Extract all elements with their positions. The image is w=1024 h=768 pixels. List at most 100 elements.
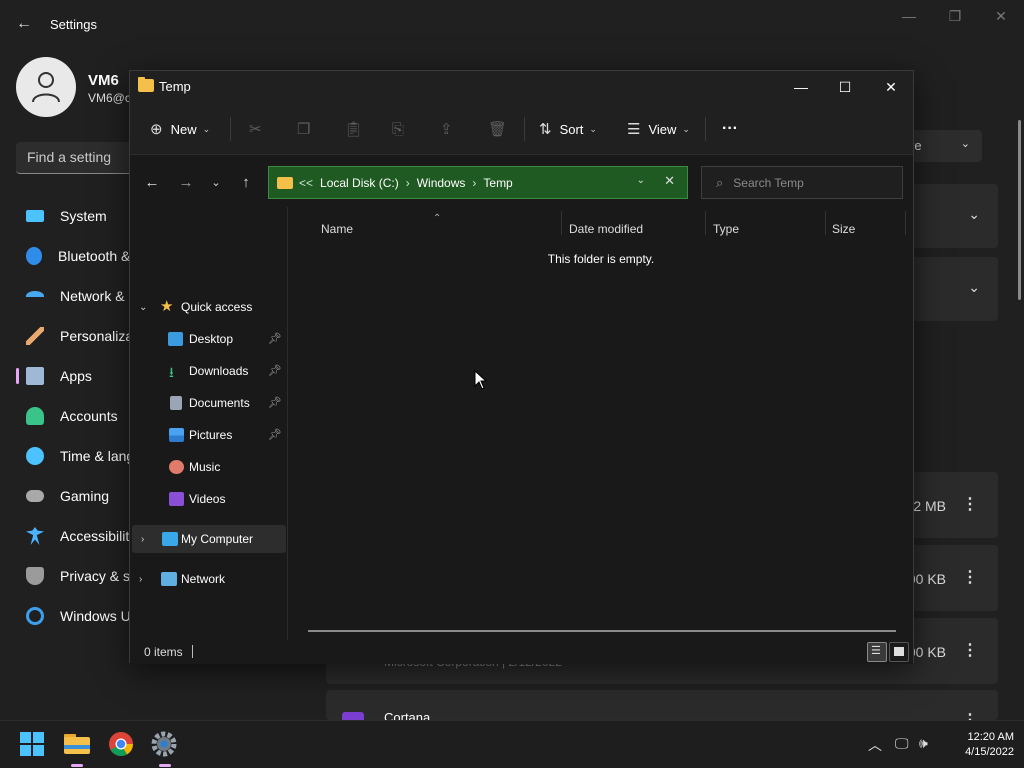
column-divider[interactable]: [561, 211, 562, 235]
nav-label: Downloads: [189, 364, 249, 378]
pin-icon[interactable]: 📌︎: [268, 428, 282, 441]
nav-label: Quick access: [181, 300, 253, 314]
back-arrow-icon[interactable]: ←: [14, 14, 34, 34]
copy-button[interactable]: ❐: [297, 119, 318, 139]
pin-icon[interactable]: 📌︎: [268, 332, 282, 345]
system-clock[interactable]: 12:20 AM 4/15/2022: [944, 730, 1014, 760]
overflow-crumb[interactable]: <<: [299, 176, 313, 190]
command-bar: ⊕ New ⌄ ✂ ❐ 📋︎ ⎘ ⇪ 🗑︎ ⇅ Sort ⌄ ☰ View ⌄ …: [130, 103, 913, 155]
app-row[interactable]: Cortana ⋮: [326, 690, 998, 729]
chevron-down-icon[interactable]: ⌄: [637, 175, 645, 186]
settings-taskbar-button[interactable]: [151, 731, 179, 767]
nav-network[interactable]: › Network: [130, 565, 286, 593]
computer-icon: [162, 532, 178, 546]
nav-label: Windows U: [60, 608, 131, 624]
pin-icon[interactable]: 📌︎: [268, 364, 282, 377]
empty-folder-message: This folder is empty.: [547, 252, 655, 266]
file-explorer-taskbar-button[interactable]: [63, 731, 91, 767]
nav-pictures[interactable]: Pictures 📌︎: [130, 421, 286, 449]
large-icons-view-button[interactable]: [889, 642, 909, 662]
breadcrumb-temp[interactable]: Temp: [483, 176, 512, 190]
back-arrow-icon[interactable]: ←: [142, 173, 162, 193]
user-name: VM6: [88, 72, 119, 89]
column-divider[interactable]: [905, 211, 906, 235]
chevron-down-icon[interactable]: ⌄: [968, 279, 980, 296]
close-icon[interactable]: ✕: [664, 173, 675, 189]
cut-button[interactable]: ✂: [249, 119, 270, 139]
view-button[interactable]: ☰ View ⌄: [627, 119, 690, 139]
volume-icon[interactable]: 🕪︎: [919, 735, 928, 752]
videos-icon: [169, 492, 184, 506]
explorer-titlebar[interactable]: Temp — ☐ ✕: [130, 71, 913, 103]
nav-label: Music: [189, 460, 221, 474]
close-icon[interactable]: ✕: [989, 8, 1013, 26]
chevron-down-icon: ⌄: [589, 123, 597, 134]
new-button[interactable]: ⊕ New ⌄: [150, 119, 210, 139]
desktop-icon: [168, 332, 183, 346]
settings-titlebar: ← Settings — ❐ ✕: [0, 0, 1024, 48]
restore-icon[interactable]: ❐: [943, 8, 967, 26]
horizontal-scrollbar[interactable]: [308, 630, 896, 632]
address-bar[interactable]: << Local Disk (C:) › Windows › Temp ⌄ ✕: [268, 166, 688, 199]
more-options-icon[interactable]: ⋮: [962, 640, 978, 660]
nav-downloads[interactable]: ⭳ Downloads 📌︎: [130, 357, 286, 385]
view-lines-icon: ☰: [627, 121, 641, 138]
pictures-icon: [169, 428, 184, 442]
divider: [230, 117, 231, 141]
recent-locations-chevron-icon[interactable]: ⌄: [206, 173, 226, 193]
user-email: VM6@c: [88, 91, 131, 105]
chevron-down-icon[interactable]: ⌄: [968, 206, 980, 223]
more-options-icon[interactable]: ⋮: [962, 494, 978, 514]
minimize-icon[interactable]: —: [897, 8, 921, 26]
nav-desktop[interactable]: Desktop 📌︎: [130, 325, 286, 353]
forward-arrow-icon[interactable]: →: [176, 173, 196, 193]
start-button[interactable]: [19, 731, 47, 759]
delete-button[interactable]: 🗑︎: [488, 119, 515, 139]
search-input[interactable]: ⌕ Search Temp: [701, 166, 903, 199]
minimize-icon[interactable]: —: [785, 75, 817, 99]
details-view-button[interactable]: ☰: [867, 642, 887, 662]
nav-label: Documents: [189, 396, 250, 410]
new-label: New: [170, 121, 197, 137]
column-header-name[interactable]: Name ⌃: [321, 213, 561, 239]
rename-button[interactable]: ⎘: [392, 119, 412, 139]
nav-documents[interactable]: Documents 📌︎: [130, 389, 286, 417]
close-icon[interactable]: ✕: [875, 75, 907, 99]
windows-logo-icon: [20, 732, 44, 756]
sort-select[interactable]: re ⌄: [902, 130, 982, 162]
gamepad-icon: [26, 490, 44, 502]
paste-button[interactable]: 📋︎: [344, 119, 371, 139]
column-divider[interactable]: [705, 211, 706, 235]
nav-my-computer[interactable]: › My Computer: [132, 525, 286, 553]
chevron-right-icon[interactable]: ›: [139, 574, 142, 585]
show-hidden-icons-chevron-icon[interactable]: ︿: [868, 735, 882, 755]
network-status-icon[interactable]: 🖵︎: [895, 735, 909, 752]
column-header-date-modified[interactable]: Date modified: [569, 217, 705, 239]
more-options-button[interactable]: ···: [722, 119, 738, 139]
scrollbar[interactable]: [1018, 120, 1021, 300]
copy-icon: ❐: [297, 121, 311, 138]
maximize-icon[interactable]: ☐: [829, 75, 861, 99]
pin-icon[interactable]: 📌︎: [268, 396, 282, 409]
up-arrow-icon[interactable]: ↑: [236, 173, 256, 193]
nav-quick-access[interactable]: ⌄ ★ Quick access: [130, 293, 286, 321]
chevron-down-icon[interactable]: ⌄: [139, 302, 147, 313]
chrome-taskbar-button[interactable]: [108, 731, 136, 759]
column-header-size[interactable]: Size: [832, 217, 902, 239]
nav-label: Time & lang: [60, 448, 135, 464]
breadcrumb-separator-icon[interactable]: ›: [406, 176, 410, 190]
avatar[interactable]: [16, 57, 76, 117]
breadcrumb-local-disk[interactable]: Local Disk (C:): [320, 176, 399, 190]
breadcrumb-separator-icon[interactable]: ›: [472, 176, 476, 190]
chevron-right-icon[interactable]: ›: [141, 534, 144, 545]
nav-videos[interactable]: Videos: [130, 485, 286, 513]
folder-icon: [277, 176, 293, 189]
sort-button[interactable]: ⇅ Sort ⌄: [539, 119, 597, 139]
breadcrumb-windows[interactable]: Windows: [417, 176, 466, 190]
share-button[interactable]: ⇪: [440, 119, 461, 139]
more-options-icon[interactable]: ⋮: [962, 567, 978, 587]
nav-music[interactable]: Music: [130, 453, 286, 481]
person-icon: [26, 407, 44, 425]
column-divider[interactable]: [825, 211, 826, 235]
column-header-type[interactable]: Type: [713, 217, 825, 239]
